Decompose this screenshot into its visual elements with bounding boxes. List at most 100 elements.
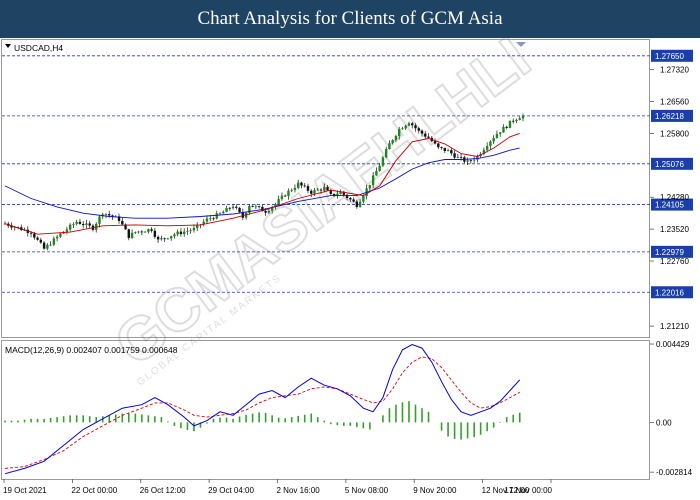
candle-down xyxy=(420,130,424,134)
candle-up xyxy=(59,233,62,237)
candle-down xyxy=(36,237,39,240)
macd-tick-label: -0.002814 xyxy=(656,468,693,477)
candle-up xyxy=(323,186,326,191)
symbol-label[interactable]: USDCAD,H4 xyxy=(14,43,63,53)
candle-down xyxy=(433,141,437,144)
level-label: 1.27650 xyxy=(655,52,684,61)
candle-down xyxy=(78,221,82,224)
candle-up xyxy=(192,227,196,231)
candle-down xyxy=(264,210,267,213)
level-label: 1.22979 xyxy=(655,248,684,257)
candle-down xyxy=(414,125,417,129)
candle-down xyxy=(300,182,303,186)
candle-up xyxy=(85,223,88,226)
time-tick-label: 17 Nov 00:00 xyxy=(504,486,552,495)
candle-up xyxy=(134,232,137,233)
candle-up xyxy=(205,218,209,222)
candle-up xyxy=(358,201,362,207)
candle-down xyxy=(140,231,144,233)
banner-title: Chart Analysis for Clients of GCM Asia xyxy=(197,8,503,29)
candle-up xyxy=(173,234,176,237)
price-tick-label: 1.24280 xyxy=(660,193,689,202)
candle-down xyxy=(469,160,473,162)
candle-up xyxy=(502,126,505,133)
candle-up xyxy=(287,190,290,197)
time-tick-label: 19 Oct 2021 xyxy=(3,486,47,495)
time-tick-label: 2 Nov 16:00 xyxy=(277,486,321,495)
candle-up xyxy=(130,232,134,239)
candle-up xyxy=(186,230,189,232)
candle-down xyxy=(156,236,160,240)
chart-canvas: USDCAD,H4 GCMASIAEHLHLI GLOBAL CAPITAL M… xyxy=(0,38,700,500)
candle-up xyxy=(472,159,476,161)
candle-up xyxy=(401,128,404,130)
candle-down xyxy=(228,207,231,209)
candle-down xyxy=(33,233,36,238)
candle-up xyxy=(489,141,492,147)
candle-up xyxy=(388,143,391,150)
candle-down xyxy=(163,238,166,240)
macd-tick-label: 0.00 xyxy=(656,418,672,427)
candle-down xyxy=(512,120,515,122)
candle-down xyxy=(453,153,456,158)
candle-down xyxy=(212,218,215,220)
candle-up xyxy=(280,195,284,200)
candle-down xyxy=(437,143,440,148)
price-tick-label: 1.22760 xyxy=(660,257,689,266)
candle-down xyxy=(127,229,130,239)
candle-up xyxy=(49,244,52,246)
candle-up xyxy=(293,187,297,190)
candle-down xyxy=(179,231,183,235)
candle-up xyxy=(75,221,78,225)
candle-up xyxy=(515,119,518,122)
candle-down xyxy=(427,136,430,138)
candle-up xyxy=(215,213,218,219)
candle-up xyxy=(485,146,489,150)
candle-down xyxy=(39,239,43,243)
candle-up xyxy=(143,231,147,233)
time-tick-label: 22 Oct 00:00 xyxy=(71,486,117,495)
candle-up xyxy=(189,230,192,232)
candle-up xyxy=(182,231,186,235)
price-tick-label: 1.26560 xyxy=(660,98,689,107)
candle-down xyxy=(352,199,355,202)
candle-up xyxy=(368,185,372,189)
candle-down xyxy=(153,230,157,237)
candle-down xyxy=(440,147,443,149)
candle-up xyxy=(446,150,450,151)
candle-up xyxy=(466,160,469,162)
chart-background xyxy=(0,38,700,500)
candle-down xyxy=(88,223,91,226)
price-tick-label: 1.21210 xyxy=(660,322,689,331)
candle-up xyxy=(160,238,163,240)
candle-up xyxy=(404,125,407,129)
candle-up xyxy=(362,196,365,202)
candle-up xyxy=(384,149,388,158)
candle-down xyxy=(326,186,329,191)
time-tick-label: 26 Oct 12:00 xyxy=(140,486,186,495)
candle-down xyxy=(29,232,33,234)
candle-up xyxy=(313,190,316,194)
candle-down xyxy=(283,195,287,197)
candle-up xyxy=(508,120,512,128)
candle-down xyxy=(150,229,153,231)
candle-down xyxy=(417,128,420,131)
candle-up xyxy=(218,213,222,215)
candle-up xyxy=(222,211,225,214)
candle-up xyxy=(137,231,140,233)
candle-up xyxy=(209,218,212,220)
candle-up xyxy=(297,182,300,188)
title-banner: Chart Analysis for Clients of GCM Asia xyxy=(0,0,700,38)
candle-up xyxy=(456,156,460,158)
candle-down xyxy=(424,133,427,137)
candle-down xyxy=(411,123,414,126)
candle-down xyxy=(310,190,313,194)
candle-down xyxy=(81,223,85,226)
candle-up xyxy=(147,229,150,232)
candle-up xyxy=(394,135,398,141)
price-tick-label: 1.23520 xyxy=(660,225,689,234)
candle-up xyxy=(166,238,170,240)
price-tick-label: 1.27320 xyxy=(660,66,689,75)
candle-up xyxy=(225,207,228,212)
candle-up xyxy=(375,170,378,176)
